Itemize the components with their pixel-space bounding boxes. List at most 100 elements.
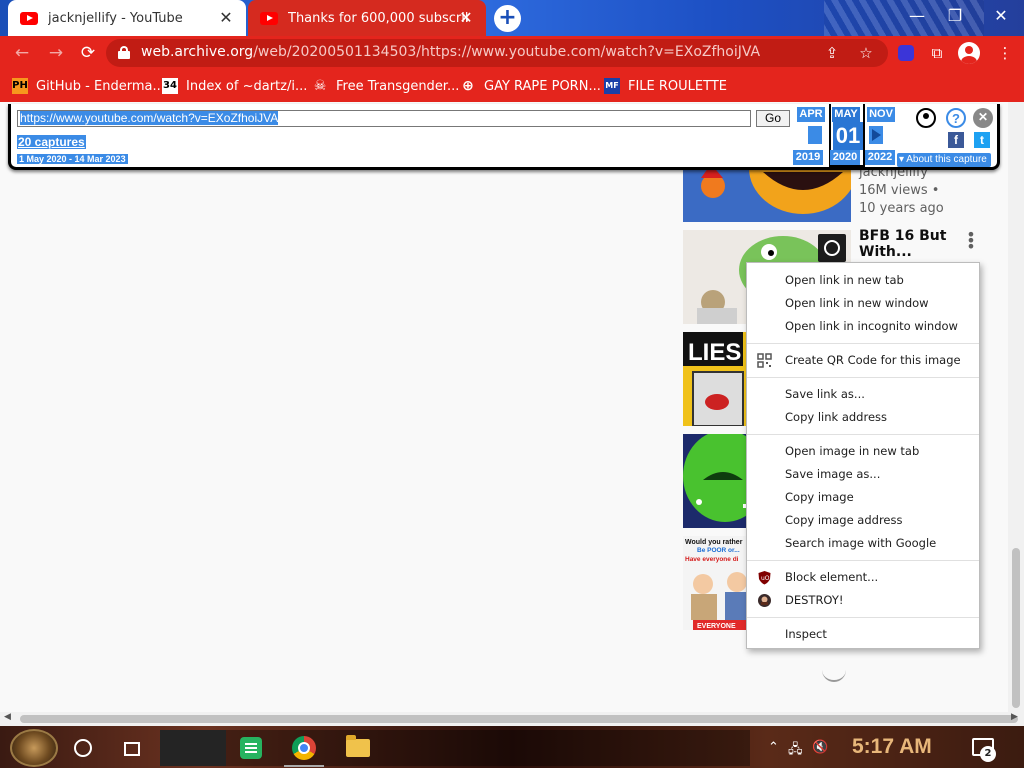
- start-button[interactable]: [10, 729, 58, 767]
- browser-toolbar: ← → ⟳ web.archive.org/web/20200501134503…: [0, 36, 1024, 70]
- chrome-active-indicator: [284, 765, 324, 767]
- bookmarks-bar: PH GitHub - Enderma... 34 Index of ~dart…: [0, 70, 1024, 102]
- url-host: web.archive.org: [141, 44, 254, 60]
- minimize-button[interactable]: —: [902, 4, 932, 28]
- forward-button[interactable]: →: [44, 41, 68, 65]
- menu-copy-link-address[interactable]: Copy link address: [747, 406, 979, 429]
- menu-copy-image[interactable]: Copy image: [747, 486, 979, 509]
- network-icon[interactable]: 🖧: [788, 740, 803, 757]
- file-explorer-icon[interactable]: [346, 735, 370, 757]
- chrome-taskbar-icon[interactable]: [292, 736, 316, 760]
- wayback-capture-day: 01: [833, 122, 863, 150]
- wayback-account-icon[interactable]: [916, 108, 936, 128]
- menu-save-link-as[interactable]: Save link as...: [747, 383, 979, 406]
- vertical-scroll-thumb[interactable]: [1012, 548, 1020, 708]
- extensions-puzzle-icon[interactable]: ⧉: [926, 42, 948, 64]
- wayback-go-button[interactable]: Go: [756, 110, 790, 127]
- sticky-notes-icon[interactable]: [240, 737, 262, 759]
- menu-separator: [747, 434, 979, 435]
- new-tab-button[interactable]: +: [494, 5, 521, 32]
- scroll-left-arrow-icon[interactable]: ◀: [4, 712, 11, 722]
- scroll-right-arrow-icon[interactable]: ▶: [1011, 712, 1018, 722]
- svg-text:uO: uO: [761, 575, 770, 582]
- taskbar-clock[interactable]: 5:17 AM: [852, 735, 932, 759]
- rule34-favicon-icon: 34: [162, 78, 178, 94]
- wayback-about-capture[interactable]: ▾ About this capture: [897, 153, 991, 167]
- tab-close-icon[interactable]: ✕: [456, 8, 476, 28]
- menu-open-link-incognito[interactable]: Open link in incognito window: [747, 315, 979, 338]
- url-path: /web/20200501134503/https://www.youtube.…: [253, 44, 761, 60]
- chrome-menu-icon[interactable]: ⋮: [994, 42, 1016, 64]
- window-close-button[interactable]: ✕: [986, 4, 1016, 28]
- lock-icon[interactable]: [118, 46, 130, 59]
- menu-create-qr-code[interactable]: Create QR Code for this image: [747, 349, 979, 372]
- menu-inspect[interactable]: Inspect: [747, 623, 979, 646]
- bookmark-github[interactable]: PH GitHub - Enderma...: [12, 77, 165, 95]
- menu-destroy[interactable]: DESTROY!: [747, 589, 979, 612]
- menu-label: Block element...: [785, 570, 879, 584]
- menu-open-image-new-tab[interactable]: Open image in new tab: [747, 440, 979, 463]
- wayback-prev-year[interactable]: 2019: [793, 150, 823, 165]
- thumbnail-line-4: EVERYONE: [697, 623, 736, 630]
- ublock-origin-icon: uO: [758, 571, 771, 585]
- menu-open-link-new-tab[interactable]: Open link in new tab: [747, 269, 979, 292]
- profile-avatar[interactable]: [958, 42, 980, 64]
- wayback-url-value: https://www.youtube.com/watch?v=EXoZfhoi…: [20, 111, 279, 125]
- address-url[interactable]: web.archive.org/web/20200501134503/https…: [141, 44, 760, 60]
- tab-jacknjellify[interactable]: jacknjellify - YouTube ✕: [8, 0, 246, 36]
- address-bar[interactable]: web.archive.org/web/20200501134503/https…: [106, 39, 888, 67]
- wayback-next-arrow-icon[interactable]: [869, 126, 883, 144]
- wayback-prev-month[interactable]: APR: [797, 107, 825, 122]
- bookmark-gay-rape-porn[interactable]: ⊕ GAY RAPE PORN...: [460, 77, 601, 95]
- wayback-close-icon[interactable]: ✕: [973, 108, 993, 128]
- reload-button[interactable]: ⟳: [76, 41, 100, 65]
- cortana-search-icon[interactable]: [74, 739, 92, 757]
- video-title[interactable]: BFB 16 But With...: [859, 228, 955, 260]
- wayback-help-icon[interactable]: ?: [946, 108, 966, 128]
- globe-favicon-icon: ⊕: [462, 78, 474, 94]
- windows-taskbar: ⌃ 🖧 🔇 5:17 AM 2: [0, 726, 1024, 768]
- thumbnail-line-1: Would you rather: [685, 539, 743, 546]
- extension-icon[interactable]: [898, 45, 914, 61]
- about-capture-label: About this capture: [906, 154, 987, 165]
- bookmark-index-dartz[interactable]: 34 Index of ~dartz/i...: [162, 77, 307, 95]
- wayback-next-month[interactable]: NOV: [867, 107, 895, 122]
- desktop-screen: jacknjellify - YouTube ✕ Thanks for 600,…: [0, 0, 1024, 768]
- wayback-captures-link[interactable]: 20 captures: [17, 135, 86, 149]
- bookmark-star-icon[interactable]: ☆: [856, 43, 876, 63]
- wayback-prev-arrow-icon[interactable]: [808, 126, 822, 144]
- youtube-favicon-icon: [260, 11, 278, 25]
- watch-later-icon[interactable]: [818, 234, 846, 262]
- destroy-extension-icon: [758, 594, 771, 607]
- share-icon[interactable]: ⇪: [822, 43, 842, 63]
- menu-block-element[interactable]: uO Block element...: [747, 566, 979, 589]
- more-options-icon[interactable]: • • •: [966, 227, 976, 255]
- taskbar-app-slot[interactable]: [160, 730, 226, 766]
- menu-label: DESTROY!: [785, 593, 844, 607]
- menu-open-link-new-window[interactable]: Open link in new window: [747, 292, 979, 315]
- menu-save-image-as[interactable]: Save image as...: [747, 463, 979, 486]
- bookmark-label: GitHub - Enderma...: [36, 78, 165, 94]
- back-button[interactable]: ←: [10, 41, 34, 65]
- qr-code-icon: [757, 353, 772, 368]
- wayback-url-input[interactable]: https://www.youtube.com/watch?v=EXoZfhoi…: [17, 110, 751, 127]
- tray-overflow-icon[interactable]: ⌃: [768, 740, 779, 756]
- tab-thanks-600000[interactable]: Thanks for 600,000 subscribers ✕: [248, 0, 486, 36]
- volume-muted-icon[interactable]: 🔇: [812, 740, 828, 756]
- bookmark-free-transgender[interactable]: ☠ Free Transgender...: [312, 77, 460, 95]
- task-view-icon[interactable]: [120, 738, 140, 758]
- thumbnail-line-2: Be POOR or...: [697, 547, 740, 554]
- bookmark-file-roulette[interactable]: MF FILE ROULETTE: [604, 77, 727, 95]
- tab-close-icon[interactable]: ✕: [216, 8, 236, 28]
- tab-title: jacknjellify - YouTube: [48, 10, 183, 26]
- horizontal-scrollbar[interactable]: ◀ ▶: [0, 712, 1024, 726]
- menu-search-image-google[interactable]: Search image with Google: [747, 532, 979, 555]
- twitter-icon[interactable]: t: [974, 132, 990, 148]
- facebook-icon[interactable]: f: [948, 132, 964, 148]
- horizontal-scroll-thumb[interactable]: [20, 715, 1018, 723]
- wayback-next-year[interactable]: 2022: [865, 150, 895, 165]
- menu-copy-image-address[interactable]: Copy image address: [747, 509, 979, 532]
- restore-button[interactable]: ❐: [940, 4, 970, 28]
- vertical-scrollbar[interactable]: [1008, 102, 1024, 714]
- video-views: 16M views •: [859, 183, 940, 198]
